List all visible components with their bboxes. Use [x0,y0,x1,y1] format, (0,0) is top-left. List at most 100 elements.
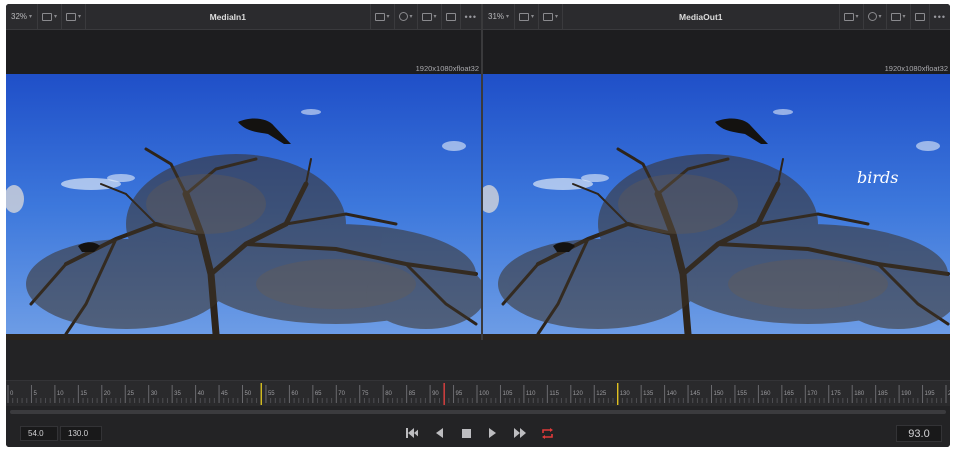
ruler-tick-label: 165 [784,391,795,397]
viewer-right-toolbar: 31% ▾ ▾ ▾ MediaOut1 ▾ ▾ ▾ ••• [483,4,950,30]
chevron-down-icon: ▾ [54,14,58,20]
ruler-tick-label: 155 [737,391,748,397]
fit-frame-icon [445,12,456,21]
overlay-icon [421,12,432,21]
channel-button[interactable]: ▾ [62,4,87,29]
ruler-tick-label: 65 [315,391,322,397]
start-frame-field[interactable]: 54.0 [20,426,58,441]
roi-button[interactable]: ▾ [840,4,864,29]
stop-button[interactable] [460,427,472,439]
ruler-tick-label: 0 [10,391,14,397]
viewer-left-image[interactable] [6,74,481,340]
viewer-title: MediaIn1 [86,4,371,29]
ruler-tick-label: 35 [174,391,181,397]
ruler-tick-label: 20 [104,391,111,397]
lut-button[interactable]: ▾ [395,4,418,29]
viewer-left-toolbar: 32% ▾ ▾ ▾ MediaIn1 ▾ ▾ ▾ ••• [6,4,481,30]
overlay-button[interactable]: ▾ [418,4,442,29]
chevron-down-icon: ▾ [433,14,437,20]
play-forward-icon [489,428,496,438]
chevron-down-icon: ▾ [855,14,859,20]
viewer-right-image[interactable]: birds [483,74,950,340]
stop-icon [461,428,471,438]
ruler-tick-label: 60 [291,391,298,397]
go-to-end-button[interactable] [514,427,526,439]
ruler-tick-label: 130 [620,391,631,397]
ruler-tick-label: 5 [33,391,37,397]
ruler-tick-label: 200 [948,391,950,397]
ruler-tick-label: 195 [925,391,936,397]
chevron-down-icon: ▾ [531,14,535,20]
chevron-down-icon: ▾ [78,14,82,20]
viewer-title: MediaOut1 [563,4,840,29]
overlay-icon [890,12,901,21]
options-button[interactable]: ••• [461,4,481,29]
view-mode-button[interactable]: ▾ [38,4,63,29]
zoom-value: 32% [11,12,28,21]
zoom-dropdown[interactable]: 32% ▾ [6,4,39,29]
ruler-tick-label: 190 [901,391,912,397]
rgb-channel-icon [543,12,554,21]
roi-button[interactable]: ▾ [371,4,395,29]
ruler-tick-label: 150 [714,391,725,397]
resolution-label: 1920x1080xfloat32 [884,64,948,73]
channel-button[interactable]: ▾ [539,4,564,29]
viewer-right[interactable]: 31% ▾ ▾ ▾ MediaOut1 ▾ ▾ ▾ ••• 1920x1080x… [483,4,950,340]
chevron-down-icon: ▾ [29,14,33,20]
chevron-down-icon: ▾ [409,14,413,20]
fit-button[interactable] [911,4,930,29]
end-frame-field[interactable]: 130.0 [60,426,102,441]
lut-button[interactable]: ▾ [864,4,887,29]
go-to-end-icon [514,428,526,438]
ruler-tick-label: 105 [502,391,513,397]
timeline-scrollbar[interactable] [10,410,946,414]
fusion-viewer-window: 32% ▾ ▾ ▾ MediaIn1 ▾ ▾ ▾ ••• 1920x1080xf… [6,4,950,447]
play-reverse-button[interactable] [433,427,445,439]
transport-bar: 54.0 130.0 93.0 [6,416,950,447]
ruler-tick-label: 45 [221,391,228,397]
ruler-tick-label: 120 [573,391,584,397]
chevron-down-icon: ▾ [506,14,510,20]
more-dots-icon: ••• [464,11,477,22]
loop-icon [542,427,553,439]
overlay-button[interactable]: ▾ [887,4,911,29]
fit-button[interactable] [442,4,461,29]
ruler-tick-label: 80 [385,391,392,397]
timeline-ruler[interactable]: 0 5 10 15 20 25 30 35 40 45 50 55 60 65 70 75 80 85 90 95 10… [6,380,950,406]
ruler-tick-label: 140 [667,391,678,397]
go-to-start-button[interactable] [406,427,418,439]
options-button[interactable]: ••• [930,4,950,29]
ruler-tick-label: 135 [643,391,654,397]
resolution-label: 1920x1080xfloat32 [415,64,479,73]
fit-frame-icon [914,12,925,21]
ruler-tick-label: 110 [526,391,536,397]
ruler-tick-label: 95 [456,391,463,397]
ruler-tick-label: 175 [831,391,842,397]
ruler-tick-label: 115 [549,391,559,397]
ruler-tick-label: 180 [854,391,865,397]
rgb-channel-icon [66,12,77,21]
chevron-down-icon: ▾ [878,14,882,20]
text-overlay[interactable]: birds [857,168,898,187]
ruler-tick-label: 50 [245,391,252,397]
ruler-tick-label: 40 [198,391,205,397]
play-forward-button[interactable] [487,427,499,439]
ruler-tick-label: 70 [338,391,345,397]
zoom-dropdown[interactable]: 31% ▾ [483,4,516,29]
view-mode-button[interactable]: ▾ [515,4,540,29]
split-view-icon [42,12,53,21]
ruler-tick-label: 100 [479,391,490,397]
chevron-down-icon: ▾ [386,14,390,20]
loop-button[interactable] [541,427,553,439]
viewer-left[interactable]: 32% ▾ ▾ ▾ MediaIn1 ▾ ▾ ▾ ••• 1920x1080xf… [6,4,481,340]
chevron-down-icon: ▾ [555,14,559,20]
ruler-tick-label: 10 [57,391,64,397]
ruler-tick-label: 185 [878,391,889,397]
current-frame-field[interactable]: 93.0 [896,425,942,442]
ruler-tick-label: 170 [807,391,818,397]
ruler-tick-label: 55 [268,391,275,397]
split-view-icon [519,12,530,21]
lut-icon [867,12,877,21]
ruler-tick-label: 15 [80,391,87,397]
roi-icon [843,12,854,21]
